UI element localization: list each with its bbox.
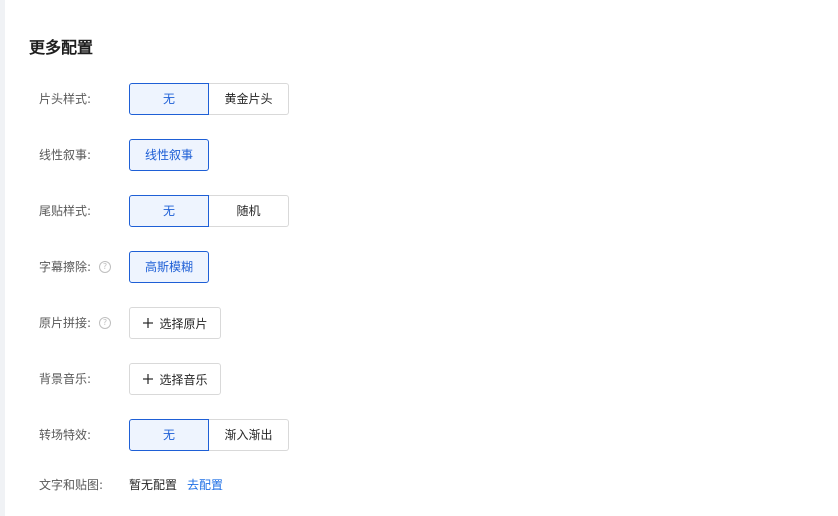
transition-option-none[interactable]: 无 [129, 419, 209, 451]
label-subtitle-erase: 字幕擦除: ? [39, 251, 112, 283]
question-circle-icon[interactable]: ? [99, 317, 112, 329]
row-text-sticker: 文字和贴图: 暂无配置 去配置 [0, 469, 838, 501]
text-sticker-empty-text: 暂无配置 [129, 478, 178, 492]
label-intro-style: 片头样式: [39, 83, 91, 115]
top-strip [0, 0, 838, 16]
intro-option-golden[interactable]: 黄金片头 [209, 83, 289, 115]
select-music-label: 选择音乐 [159, 372, 208, 387]
plus-icon [143, 318, 154, 328]
row-outro-style: 尾贴样式: 无 随机 [0, 195, 838, 227]
row-narrative: 线性叙事: 线性叙事 [0, 139, 838, 171]
narrative-option-linear[interactable]: 线性叙事 [129, 139, 209, 171]
label-transition-text: 转场特效: [39, 428, 92, 442]
subtitle-erase-segmented: 高斯模糊 [129, 251, 209, 283]
transition-option-fade[interactable]: 渐入渐出 [209, 419, 289, 451]
narrative-segmented: 线性叙事 [129, 139, 209, 171]
outro-option-none[interactable]: 无 [129, 195, 209, 227]
intro-style-segmented: 无 黄金片头 [129, 83, 289, 115]
row-subtitle-erase: 字幕擦除: ? 高斯模糊 [0, 251, 838, 283]
select-source-button[interactable]: 选择原片 [129, 307, 221, 339]
label-transition: 转场特效: [39, 419, 91, 451]
subtitle-erase-option-gaussian[interactable]: 高斯模糊 [129, 251, 209, 283]
select-source-label: 选择原片 [159, 316, 208, 331]
row-transition: 转场特效: 无 渐入渐出 [0, 419, 838, 451]
select-music-button[interactable]: 选择音乐 [129, 363, 221, 395]
source-splice-control: 选择原片 [129, 307, 221, 339]
row-bgm: 背景音乐: 选择音乐 [0, 363, 838, 395]
label-bgm-text: 背景音乐: [39, 372, 92, 386]
label-bgm: 背景音乐: [39, 363, 91, 395]
label-text-sticker: 文字和贴图: [39, 469, 103, 501]
bgm-control: 选择音乐 [129, 363, 221, 395]
label-text-sticker-text: 文字和贴图: [39, 478, 104, 492]
text-sticker-control: 暂无配置 去配置 [129, 469, 223, 501]
intro-option-none[interactable]: 无 [129, 83, 209, 115]
outro-style-segmented: 无 随机 [129, 195, 289, 227]
row-source-splice: 原片拼接: ? 选择原片 [0, 307, 838, 339]
configure-link[interactable]: 去配置 [187, 469, 223, 501]
outro-option-random[interactable]: 随机 [209, 195, 289, 227]
label-outro-style: 尾贴样式: [39, 195, 91, 227]
label-source-splice-text: 原片拼接: [39, 316, 92, 330]
label-subtitle-erase-text: 字幕擦除: [39, 260, 92, 274]
section-title: 更多配置 [29, 38, 94, 57]
label-narrative: 线性叙事: [39, 139, 91, 171]
plus-icon [143, 374, 154, 384]
question-circle-icon[interactable]: ? [99, 261, 112, 273]
transition-segmented: 无 渐入渐出 [129, 419, 289, 451]
label-narrative-text: 线性叙事: [39, 148, 92, 162]
label-intro-style-text: 片头样式: [39, 92, 92, 106]
label-source-splice: 原片拼接: ? [39, 307, 112, 339]
label-outro-style-text: 尾贴样式: [39, 204, 92, 218]
row-intro-style: 片头样式: 无 黄金片头 [0, 83, 838, 115]
